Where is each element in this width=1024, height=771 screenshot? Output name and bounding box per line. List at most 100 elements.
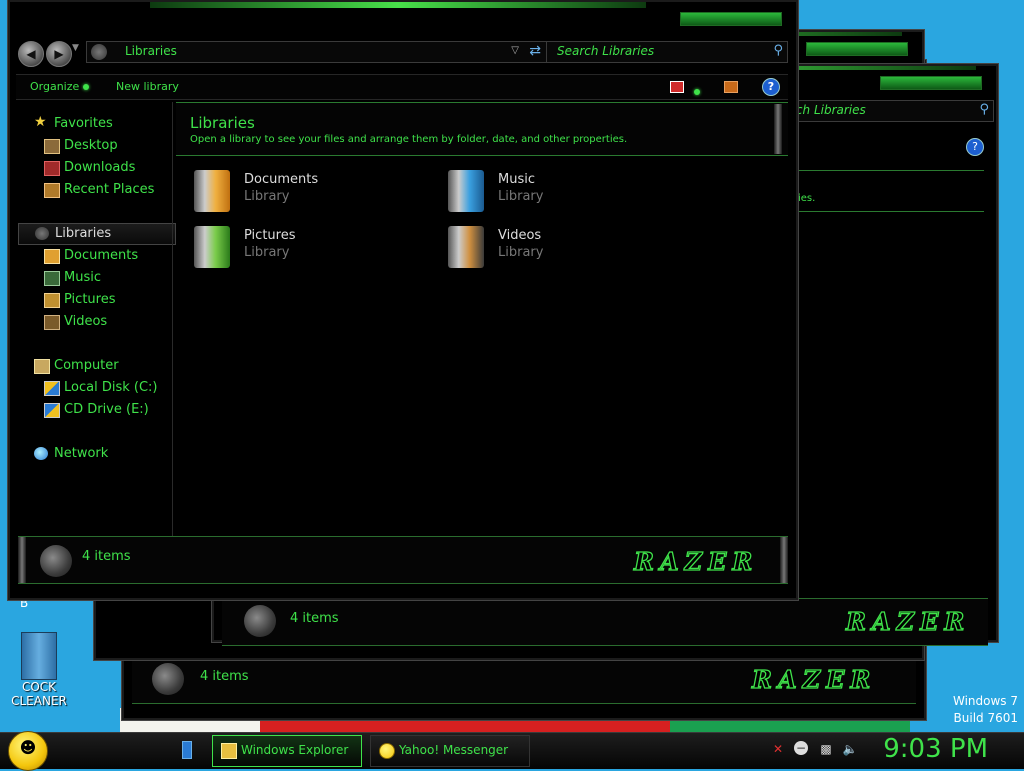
window-controls[interactable] bbox=[680, 12, 782, 26]
library-name: Music bbox=[498, 172, 535, 187]
help-icon[interactable]: ? bbox=[762, 78, 780, 96]
clock[interactable]: 9:03 PM bbox=[883, 734, 988, 764]
desktop-icon bbox=[44, 139, 60, 154]
address-dropdown-icon[interactable]: ▽ bbox=[511, 45, 519, 56]
taskbar-item-label: Yahoo! Messenger bbox=[399, 743, 509, 757]
quick-launch-icon[interactable] bbox=[182, 741, 192, 759]
background-help-icon[interactable]: ? bbox=[966, 138, 984, 156]
search-icon: ⚲ bbox=[979, 102, 989, 117]
videos-icon bbox=[44, 315, 60, 330]
hard-disk-icon bbox=[44, 381, 60, 396]
status-bezel-right bbox=[780, 537, 788, 583]
pictures-library-icon bbox=[194, 226, 230, 268]
taskbar-item-yahoo-messenger[interactable]: Yahoo! Messenger bbox=[370, 735, 530, 767]
status-count: 4 items bbox=[200, 669, 249, 684]
nav-cd-drive[interactable]: CD Drive (E:) bbox=[18, 400, 174, 420]
nav-music[interactable]: Music bbox=[18, 268, 174, 288]
nav-videos-label: Videos bbox=[64, 314, 108, 329]
navigation-bar: ◀ ▶ ▼ Libraries ▽ ⇄ Search Libraries ⚲ bbox=[16, 38, 788, 67]
cleaner-icon bbox=[21, 632, 57, 680]
refresh-icon[interactable]: ⇄ bbox=[529, 43, 541, 59]
status-count: 4 items bbox=[82, 549, 131, 564]
start-button[interactable]: ☻ bbox=[8, 731, 48, 771]
nav-favorites[interactable]: ★ Favorites bbox=[18, 114, 174, 134]
nav-pictures[interactable]: Pictures bbox=[18, 290, 174, 310]
nav-network-label: Network bbox=[54, 446, 109, 461]
taskbar-item-label: Windows Explorer bbox=[241, 743, 349, 757]
background-search-box[interactable]: rch Libraries ⚲ bbox=[784, 100, 994, 122]
nav-downloads-label: Downloads bbox=[64, 160, 136, 175]
nav-libraries[interactable]: Libraries bbox=[18, 223, 176, 245]
razer-logo: RAZER bbox=[633, 546, 759, 576]
nav-libraries-label: Libraries bbox=[55, 226, 112, 241]
desktop-icon-cleaner[interactable]: COCK CLEANER bbox=[11, 632, 67, 708]
recent-places-icon bbox=[44, 183, 60, 198]
nav-documents[interactable]: Documents bbox=[18, 246, 174, 266]
nav-recent-places[interactable]: Recent Places bbox=[18, 180, 174, 200]
folder-icon bbox=[221, 743, 237, 759]
library-music[interactable]: Music Library bbox=[448, 168, 678, 216]
pane-divider[interactable] bbox=[172, 102, 173, 536]
address-breadcrumb[interactable]: Libraries bbox=[125, 44, 177, 58]
address-bar[interactable]: Libraries ▽ ⇄ bbox=[86, 41, 548, 63]
flash-tray-icon[interactable]: ✕ bbox=[770, 741, 786, 757]
organize-dropdown-icon bbox=[83, 84, 90, 90]
window-glow bbox=[150, 2, 646, 8]
libraries-icon bbox=[35, 227, 49, 240]
library-kind: Library bbox=[244, 245, 290, 260]
nav-local-disk-label: Local Disk (C:) bbox=[64, 380, 158, 395]
cd-drive-icon bbox=[44, 403, 60, 418]
background-search-text: rch Libraries bbox=[791, 103, 866, 117]
new-library-button[interactable]: New library bbox=[116, 80, 179, 93]
nav-computer[interactable]: Computer bbox=[18, 356, 174, 376]
pictures-icon bbox=[44, 293, 60, 308]
window-controls[interactable] bbox=[806, 42, 908, 56]
library-documents[interactable]: Documents Library bbox=[194, 168, 424, 216]
command-bar: Organize New library ? bbox=[16, 74, 788, 100]
forward-button[interactable]: ▶ bbox=[46, 41, 72, 67]
view-options-icon[interactable] bbox=[670, 81, 684, 93]
nav-videos[interactable]: Videos bbox=[18, 312, 174, 332]
downloads-icon bbox=[44, 161, 60, 176]
view-dropdown-icon[interactable] bbox=[694, 81, 706, 95]
explorer-window[interactable]: ◀ ▶ ▼ Libraries ▽ ⇄ Search Libraries ⚲ O… bbox=[8, 0, 798, 600]
organize-button[interactable]: Organize bbox=[30, 80, 90, 93]
header-bezel-right bbox=[774, 104, 782, 154]
desktop-icon-label-line1: COCK bbox=[21, 680, 57, 694]
status-count: 4 items bbox=[290, 611, 339, 626]
nav-desktop[interactable]: Desktop bbox=[18, 136, 174, 156]
volume-icon[interactable]: 🔈 bbox=[842, 741, 858, 757]
search-box[interactable]: Search Libraries ⚲ bbox=[546, 41, 788, 63]
library-name: Videos bbox=[498, 228, 542, 243]
documents-library-icon bbox=[194, 170, 230, 212]
preview-pane-icon[interactable] bbox=[724, 81, 738, 93]
search-input[interactable]: Search Libraries bbox=[557, 44, 654, 58]
library-kind: Library bbox=[498, 245, 544, 260]
network-icon bbox=[34, 447, 48, 460]
library-name: Pictures bbox=[244, 228, 296, 243]
nav-local-disk[interactable]: Local Disk (C:) bbox=[18, 378, 174, 398]
library-pictures[interactable]: Pictures Library bbox=[194, 224, 424, 272]
navigation-pane: ★ Favorites Desktop Downloads Recent Pla… bbox=[18, 102, 176, 536]
videos-library-icon bbox=[448, 226, 484, 268]
favorites-star-icon: ★ bbox=[34, 114, 47, 130]
smiley-icon: ☻ bbox=[19, 738, 37, 757]
yahoo-messenger-icon bbox=[379, 743, 395, 759]
taskbar-item-windows-explorer[interactable]: Windows Explorer bbox=[212, 735, 362, 767]
nav-favorites-label: Favorites bbox=[54, 116, 113, 131]
back-button[interactable]: ◀ bbox=[18, 41, 44, 67]
nav-downloads[interactable]: Downloads bbox=[18, 158, 174, 178]
razer-logo: RAZER bbox=[751, 664, 877, 694]
status-bar: 4 items RAZER bbox=[222, 598, 988, 646]
nav-documents-label: Documents bbox=[64, 248, 139, 263]
computer-icon bbox=[34, 359, 50, 374]
recent-pages-chevron-icon[interactable]: ▼ bbox=[72, 43, 79, 53]
window-controls[interactable] bbox=[880, 76, 982, 90]
status-tray-icon[interactable]: − bbox=[794, 741, 808, 755]
desktop-icon-label-line2: CLEANER bbox=[11, 694, 67, 708]
nav-network[interactable]: Network bbox=[18, 444, 174, 464]
library-videos[interactable]: Videos Library bbox=[448, 224, 678, 272]
nav-pictures-label: Pictures bbox=[64, 292, 116, 307]
network-tray-icon[interactable]: ▩ bbox=[818, 741, 834, 757]
nav-desktop-label: Desktop bbox=[64, 138, 118, 153]
